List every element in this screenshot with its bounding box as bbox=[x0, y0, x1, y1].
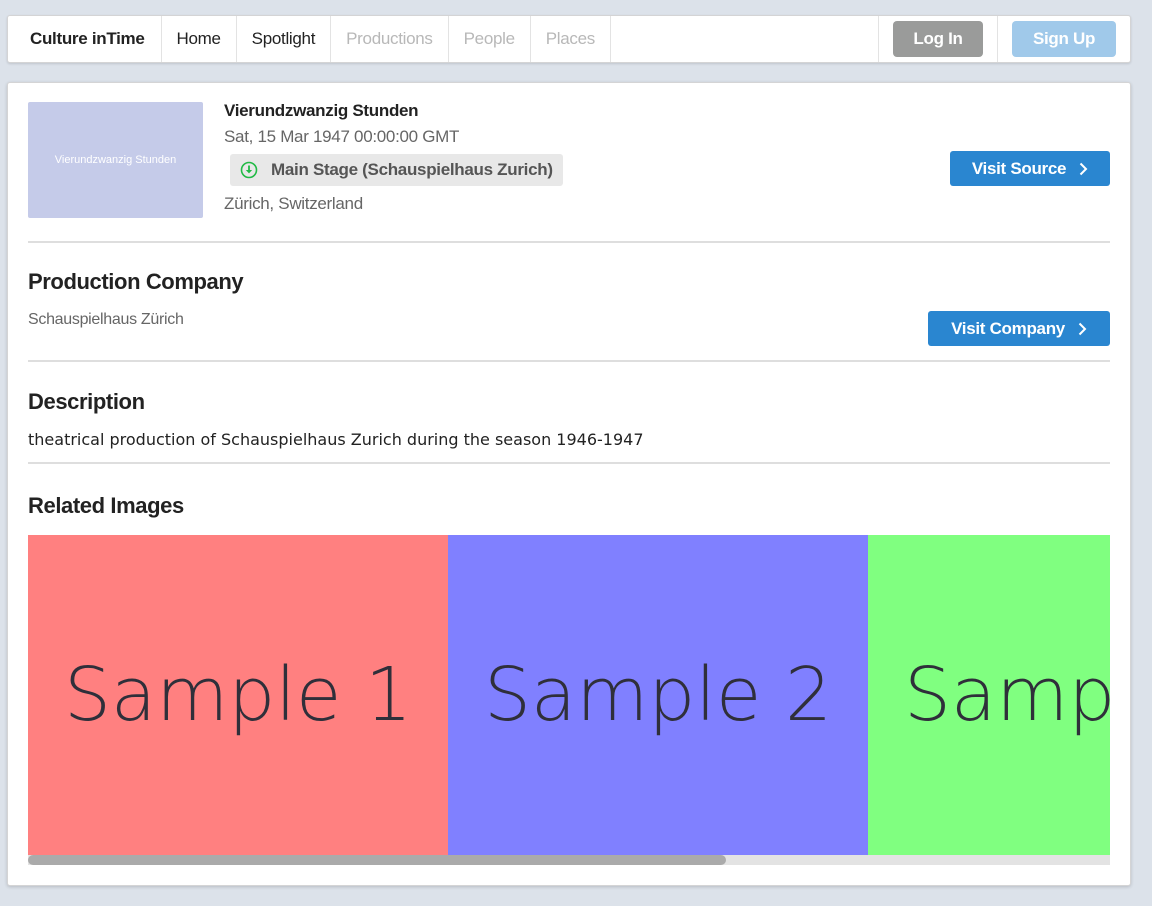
gallery-image-1[interactable]: Sample 1 bbox=[28, 535, 448, 855]
scrollbar-thumb[interactable] bbox=[28, 855, 726, 865]
signup-wrapper: Sign Up bbox=[998, 16, 1130, 62]
section-divider bbox=[28, 462, 1110, 464]
gallery-track: Sample 1 Sample 2 Sample 3 bbox=[28, 535, 1110, 855]
chevron-right-icon bbox=[1078, 322, 1087, 335]
description-text: theatrical production of Schauspielhaus … bbox=[28, 430, 644, 449]
company-heading: Production Company bbox=[28, 269, 244, 294]
production-thumbnail: Vierundzwanzig Stunden bbox=[28, 102, 203, 218]
gallery-image-3[interactable]: Sample 3 bbox=[868, 535, 1110, 855]
nav-item-people[interactable]: People bbox=[449, 16, 531, 62]
top-navbar: Culture inTime Home Spotlight Production… bbox=[7, 15, 1131, 63]
visit-source-label: Visit Source bbox=[971, 158, 1067, 178]
production-title: Vierundzwanzig Stunden bbox=[224, 101, 419, 120]
arrow-down-circle-icon bbox=[240, 161, 258, 179]
visit-company-button[interactable]: Visit Company bbox=[928, 311, 1110, 346]
company-name: Schauspielhaus Zürich bbox=[28, 311, 184, 328]
signup-button[interactable]: Sign Up bbox=[1012, 21, 1116, 57]
gallery-image-2[interactable]: Sample 2 bbox=[448, 535, 868, 855]
visit-source-button[interactable]: Visit Source bbox=[950, 151, 1110, 186]
nav-item-places[interactable]: Places bbox=[531, 16, 611, 62]
nav-item-spotlight[interactable]: Spotlight bbox=[237, 16, 332, 62]
venue-label[interactable]: Main Stage (Schauspielhaus Zurich) bbox=[230, 154, 563, 186]
brand-logo[interactable]: Culture inTime bbox=[8, 16, 162, 62]
chevron-right-icon bbox=[1079, 162, 1088, 175]
image-gallery[interactable]: Sample 1 Sample 2 Sample 3 bbox=[28, 535, 1110, 855]
related-images-heading: Related Images bbox=[28, 493, 184, 518]
production-date: Sat, 15 Mar 1947 00:00:00 GMT bbox=[224, 127, 460, 146]
description-heading: Description bbox=[28, 389, 145, 414]
section-divider bbox=[28, 360, 1110, 362]
section-divider bbox=[28, 241, 1110, 243]
visit-company-label: Visit Company bbox=[951, 318, 1065, 338]
gallery-scrollbar[interactable] bbox=[28, 855, 1110, 865]
login-button[interactable]: Log In bbox=[893, 21, 983, 57]
login-wrapper: Log In bbox=[879, 16, 998, 62]
venue-name: Main Stage (Schauspielhaus Zurich) bbox=[271, 160, 553, 179]
nav-item-home[interactable]: Home bbox=[162, 16, 237, 62]
nav-item-productions[interactable]: Productions bbox=[331, 16, 449, 62]
production-location: Zürich, Switzerland bbox=[224, 194, 363, 213]
production-card: Vierundzwanzig Stunden Vierundzwanzig St… bbox=[7, 82, 1131, 886]
nav-spacer bbox=[611, 16, 879, 62]
